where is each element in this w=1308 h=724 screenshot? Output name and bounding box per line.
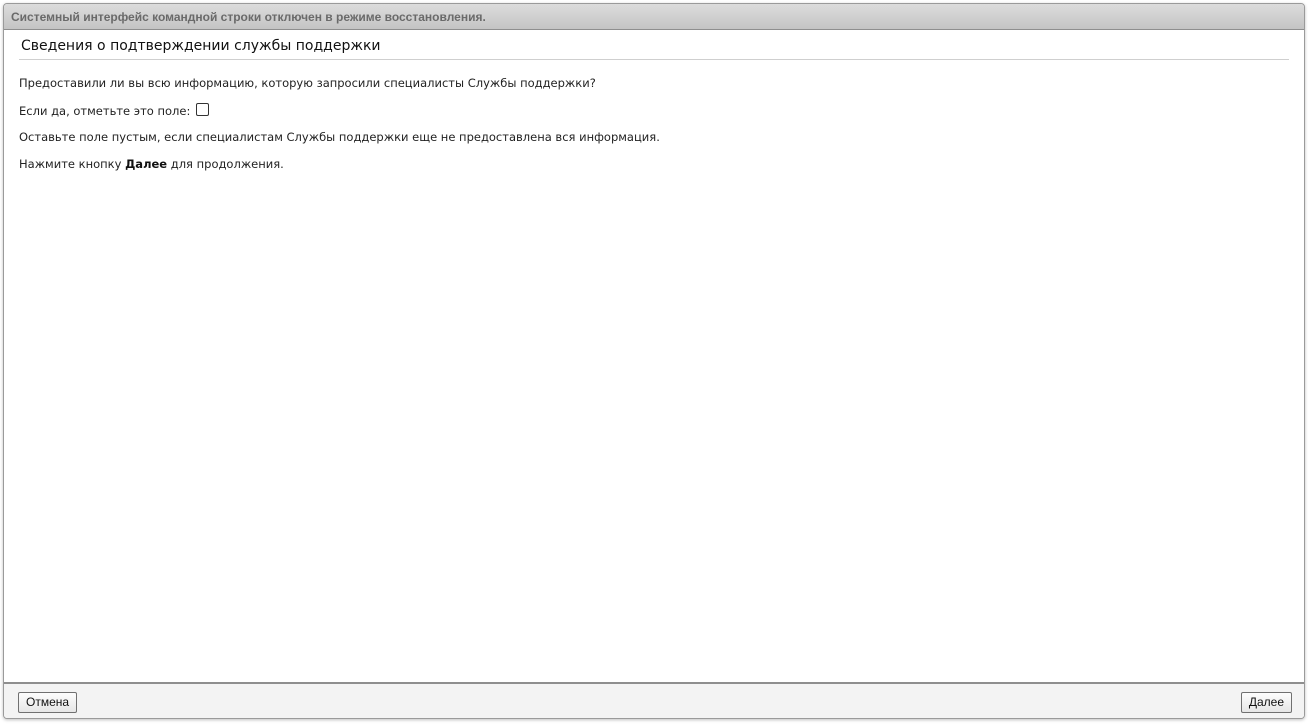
instruction-prefix: Нажмите кнопку: [19, 157, 126, 171]
dialog-window: Системный интерфейс командной строки отк…: [3, 3, 1305, 719]
dialog-content: Сведения о подтверждении службы поддержк…: [19, 30, 1289, 682]
dialog-footer: Отмена Далее: [4, 682, 1304, 718]
support-info-checkbox[interactable]: [196, 102, 210, 116]
question-text: Предоставили ли вы всю информацию, котор…: [19, 76, 596, 90]
title-bar: Системный интерфейс командной строки отк…: [4, 4, 1304, 30]
checkbox-label: Если да, отметьте это поле:: [19, 104, 191, 118]
instruction-bold: Далее: [125, 157, 168, 171]
instruction-text: Нажмите кнопку Далее для продолжения.: [19, 157, 1289, 171]
checkbox-row: Если да, отметьте это поле:: [19, 102, 1289, 118]
instruction-suffix: для продолжения.: [167, 157, 284, 171]
page-title: Сведения о подтверждении службы поддержк…: [19, 30, 1289, 60]
cancel-button[interactable]: Отмена: [18, 692, 78, 713]
leave-empty-text: Оставьте поле пустым, если специалистам …: [19, 130, 660, 144]
next-button[interactable]: Далее: [1240, 692, 1292, 713]
